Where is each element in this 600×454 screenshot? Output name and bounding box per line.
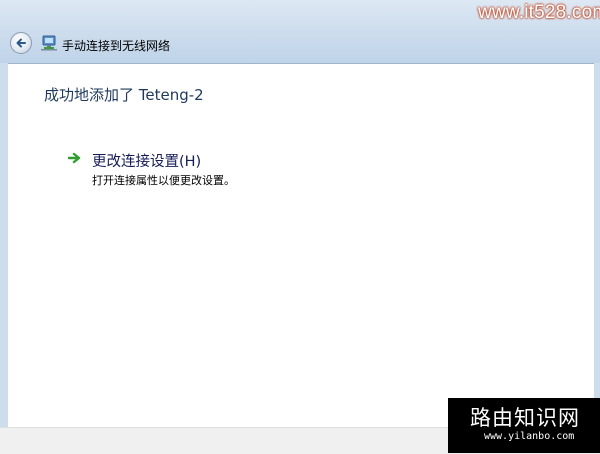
back-button[interactable]: [10, 32, 32, 54]
change-connection-settings-link[interactable]: 更改连接设置(H): [92, 150, 201, 171]
back-arrow-icon: [16, 38, 26, 48]
watermark-title: 路由知识网: [470, 406, 580, 430]
page-title: 成功地添加了 Teteng-2: [44, 86, 204, 104]
change-connection-settings-description: 打开连接属性以便更改设置。: [92, 174, 235, 187]
window-title: 手动连接到无线网络: [62, 39, 171, 53]
wireless-network-icon: [41, 35, 57, 51]
watermark-url: www.yilanbo.com: [484, 431, 575, 442]
watermark-top: www.it528.com: [478, 2, 600, 23]
window-border-right: [594, 63, 600, 427]
content-area: [8, 64, 594, 427]
window-border-left: [0, 63, 8, 427]
green-arrow-icon: [68, 152, 81, 164]
